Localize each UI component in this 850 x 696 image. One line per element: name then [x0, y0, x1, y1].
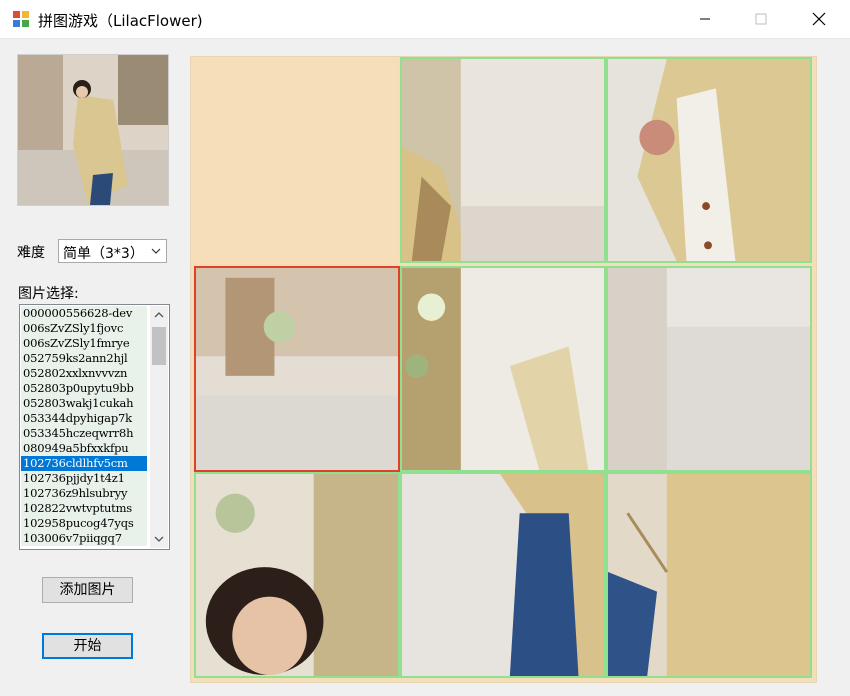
- picture-select-label: 图片选择:: [18, 286, 79, 302]
- image-list-item[interactable]: 052803wakj1cukah: [21, 396, 147, 411]
- image-list-item[interactable]: 102736cldlhfv5cm: [21, 456, 147, 471]
- preview-thumbnail: [17, 54, 169, 206]
- minimize-button[interactable]: [682, 0, 728, 38]
- preview-image: [18, 55, 168, 205]
- image-list-item[interactable]: 080949a5bfxxkfpu: [21, 441, 147, 456]
- image-list-item[interactable]: 102958pucog47yqs: [21, 516, 147, 531]
- start-button[interactable]: 开始: [42, 633, 133, 659]
- puzzle-empty-cell[interactable]: [191, 57, 397, 263]
- puzzle-tile-selected[interactable]: [194, 266, 400, 472]
- tile-image: [402, 268, 604, 470]
- title-bar: 拼图游戏（LilacFlower): [0, 0, 850, 39]
- image-list-item[interactable]: 103006v7piiqgq7: [21, 531, 147, 546]
- image-list: 000000556628-dev 006sZvZSly1fjovc 006sZvZS…: [21, 306, 147, 546]
- scroll-thumb[interactable]: [152, 327, 166, 365]
- add-image-button[interactable]: 添加图片: [42, 577, 133, 603]
- chevron-up-icon: [154, 312, 164, 318]
- image-list-item[interactable]: 052759ks2ann2hjl: [21, 351, 147, 366]
- tile-image: [196, 474, 398, 676]
- image-list-item[interactable]: 006sZvZSly1fjovc: [21, 321, 147, 336]
- tile-image: [402, 474, 604, 676]
- tile-image: [402, 59, 604, 261]
- puzzle-tile[interactable]: [606, 266, 812, 472]
- chevron-down-icon: [151, 248, 161, 254]
- tile-image: [196, 268, 398, 470]
- scroll-down-button[interactable]: [150, 530, 168, 548]
- image-list-item[interactable]: 053344dpyhigap7k: [21, 411, 147, 426]
- close-icon: [812, 12, 826, 26]
- image-list-item[interactable]: 053345hczeqwrr8h: [21, 426, 147, 441]
- difficulty-value: 简单（3*3）: [63, 246, 144, 262]
- maximize-icon: [755, 13, 767, 25]
- chevron-down-icon: [154, 536, 164, 542]
- image-list-item[interactable]: 006sZvZSly1fmrye: [21, 336, 147, 351]
- image-list-item[interactable]: 102736z9hlsubryy: [21, 486, 147, 501]
- tile-image: [608, 59, 810, 261]
- image-listbox[interactable]: 000000556628-dev 006sZvZSly1fjovc 006sZvZS…: [19, 304, 170, 550]
- app-icon: [13, 11, 29, 27]
- image-list-item[interactable]: 000000556628-dev: [21, 306, 147, 321]
- image-list-item[interactable]: 102822vwtvptutms: [21, 501, 147, 516]
- tile-image: [608, 474, 810, 676]
- puzzle-tile[interactable]: [606, 57, 812, 263]
- difficulty-label: 难度: [17, 245, 45, 261]
- listbox-scrollbar[interactable]: [150, 306, 168, 548]
- puzzle-tile[interactable]: [194, 472, 400, 678]
- puzzle-tile[interactable]: [606, 472, 812, 678]
- puzzle-board: [190, 56, 817, 683]
- scroll-up-button[interactable]: [150, 306, 168, 324]
- image-list-item[interactable]: 052803p0upytu9bb: [21, 381, 147, 396]
- puzzle-tile[interactable]: [400, 57, 606, 263]
- close-button[interactable]: [796, 0, 842, 38]
- maximize-button[interactable]: [738, 0, 784, 38]
- tile-image: [608, 268, 810, 470]
- minimize-icon: [700, 18, 710, 20]
- window-title: 拼图游戏（LilacFlower): [38, 12, 203, 30]
- difficulty-select[interactable]: 简单（3*3）: [58, 239, 167, 263]
- image-list-item[interactable]: 052802xxlxnvvvzn: [21, 366, 147, 381]
- image-list-item[interactable]: 102736pjjdy1t4z1: [21, 471, 147, 486]
- puzzle-tile[interactable]: [400, 472, 606, 678]
- puzzle-tile[interactable]: [400, 266, 606, 472]
